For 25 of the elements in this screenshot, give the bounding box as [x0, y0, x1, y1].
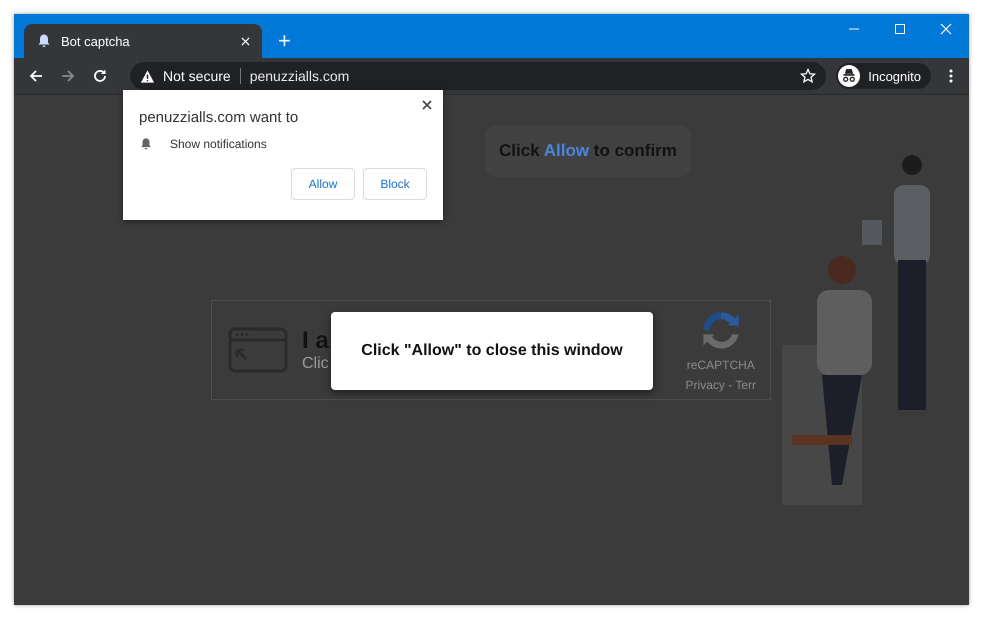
browser-tab[interactable]: Bot captcha: [24, 24, 262, 58]
star-icon[interactable]: [800, 68, 816, 84]
security-label: Not secure: [163, 68, 231, 84]
allow-button[interactable]: Allow: [291, 168, 355, 200]
menu-icon[interactable]: [949, 68, 953, 84]
url-text: penuzzialls.com: [250, 68, 350, 84]
permission-label: Show notifications: [170, 137, 267, 151]
close-tab-icon[interactable]: [241, 36, 250, 46]
new-tab-button[interactable]: +: [278, 30, 291, 52]
bell-icon: [139, 137, 153, 151]
recaptcha-label: reCAPTCHA: [686, 358, 755, 372]
back-icon[interactable]: [28, 68, 44, 84]
incognito-button[interactable]: Incognito: [836, 63, 931, 89]
close-icon[interactable]: [422, 100, 432, 110]
warning-icon: [140, 68, 155, 84]
privacy-terms-link[interactable]: Privacy - Terr: [686, 378, 756, 392]
captcha-subtext: Clic: [302, 355, 329, 373]
bell-icon: [36, 33, 52, 49]
forward-icon[interactable]: [60, 68, 76, 84]
popup-title: penuzzialls.com want to: [139, 109, 300, 126]
block-button[interactable]: Block: [363, 168, 427, 200]
modal-message: Click "Allow" to close this window: [361, 342, 623, 360]
incognito-icon: [838, 65, 860, 87]
reload-icon[interactable]: [92, 68, 108, 84]
address-bar[interactable]: Not secure penuzzialls.com: [130, 62, 826, 90]
